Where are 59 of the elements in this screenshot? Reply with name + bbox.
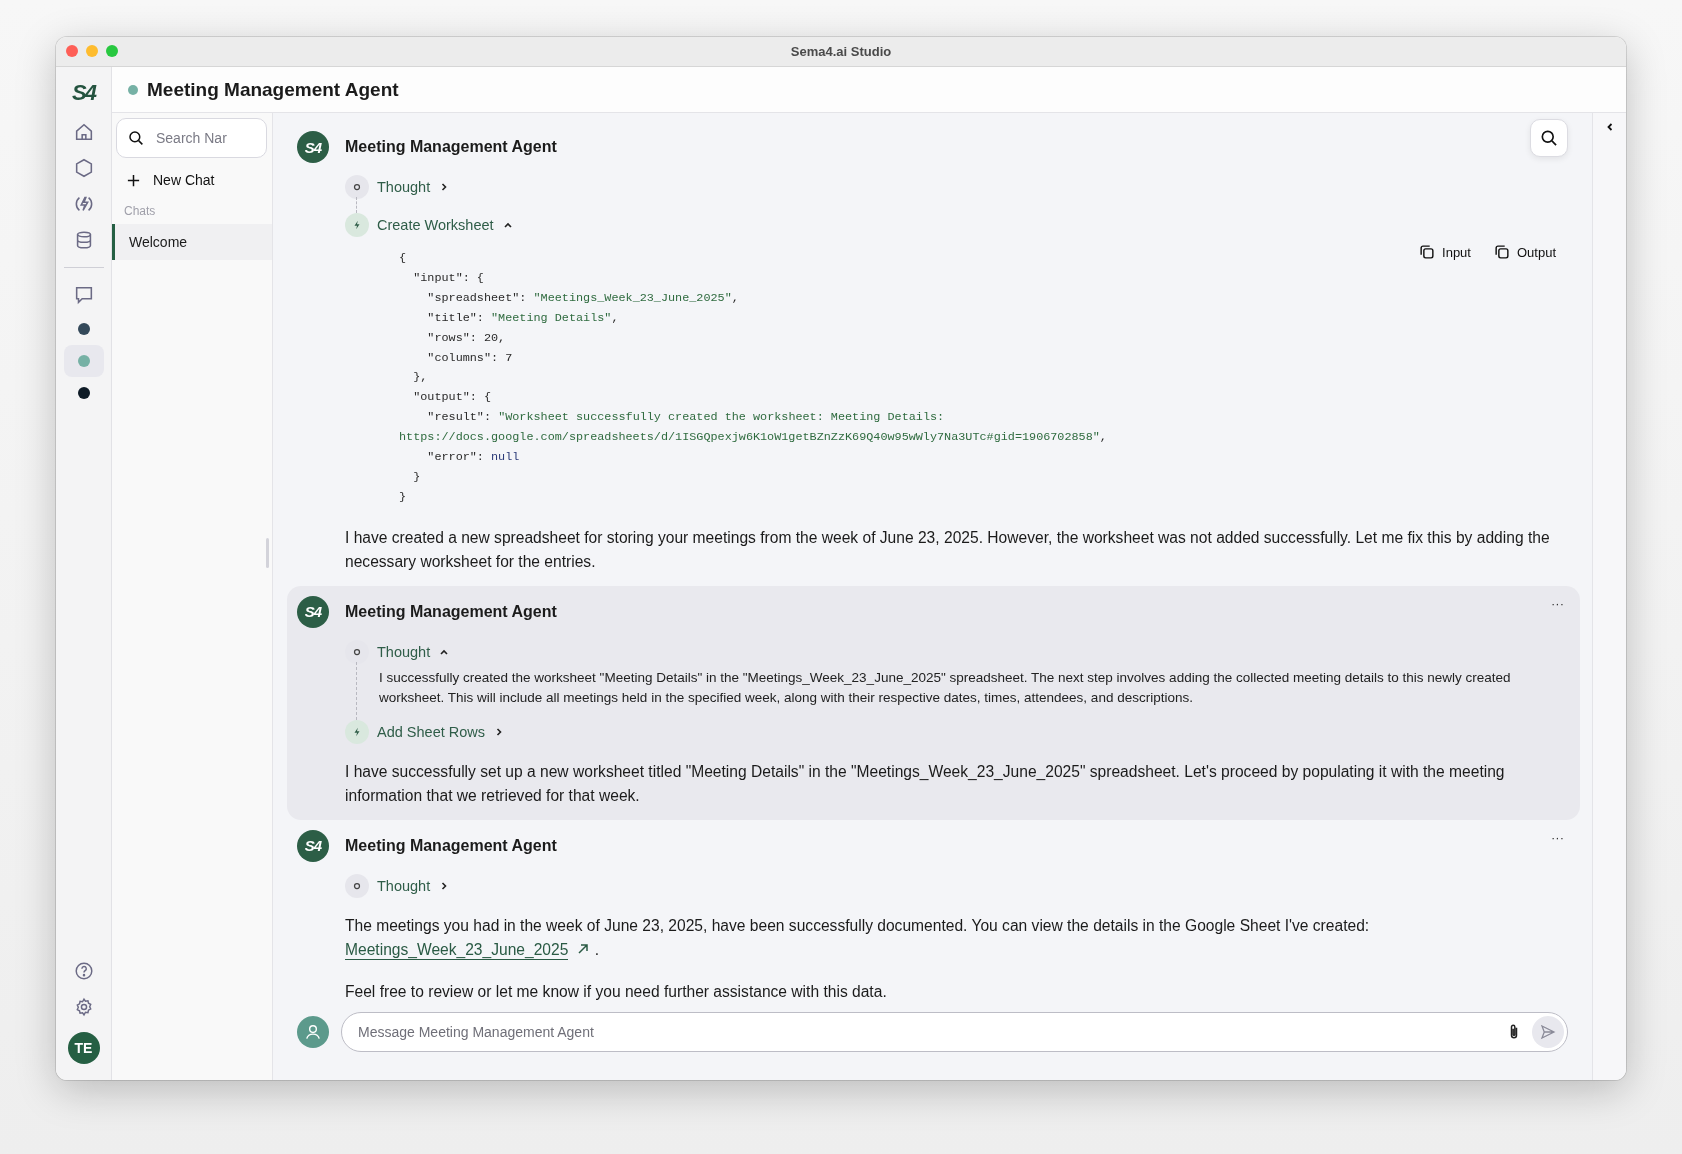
step-toggle[interactable]: Create Worksheet <box>375 215 516 235</box>
code-line: "output": { <box>412 389 493 407</box>
agent-title: Meeting Management Agent <box>147 78 399 101</box>
code-line: "result": "Worksheet successfully created the worksheet: Meeting Details: <box>426 409 946 427</box>
code-line: "title": "Meeting Details", <box>426 309 620 327</box>
thought-text: I successfully created the worksheet "Meeting Details" in the "Meetings_Week_23_June_2025" spreadsheet. The next step involves adding the collected meeting details to this newly created worksheet. This will include all meetings held in the specified week, along with their respective dates, times, attendees, and descriptions. <box>379 668 1512 707</box>
lightning-icon <box>345 719 369 744</box>
agent-avatar: S4 <box>297 829 329 862</box>
code-line: "columns": 7 <box>426 349 514 367</box>
code-line: } <box>412 468 422 486</box>
sheet-link[interactable]: Meetings_Week_23_June_2025 <box>345 940 569 960</box>
section-label: Chats <box>124 204 157 218</box>
code-line: }, <box>412 369 429 387</box>
code-line: { <box>399 250 408 267</box>
author-name: Meeting Management Agent <box>345 836 557 855</box>
code-line: "error": null <box>426 449 521 467</box>
more-button[interactable]: ··· <box>1545 829 1570 845</box>
message-text: The meetings you had in the week of June 23, 2025, have been successfully documented. You can view the details in the Google Sheet I've created: Meetings_Week_23_June_2025 . <box>345 915 1371 962</box>
resize-handle[interactable] <box>266 538 269 568</box>
code-line: "input": { <box>412 269 485 287</box>
code-line: https://docs.google.com/spreadsheets/d/1ISGQpexjw6K1oW1getBZnZzK69Q40w95wWly7Na3UTc#gid=1906702858", <box>399 429 1108 447</box>
copy-icon <box>1492 243 1511 261</box>
user-icon <box>297 1016 329 1048</box>
step-toggle[interactable]: Thought <box>375 641 453 662</box>
status-dot <box>128 84 138 95</box>
copy-icon <box>1418 243 1437 261</box>
thought-icon <box>345 873 369 898</box>
user-avatar[interactable]: TE <box>67 1032 100 1064</box>
code-line: } <box>399 488 408 506</box>
search-field[interactable]: Search Nar <box>116 118 267 158</box>
message-text: Feel free to review or let me know if you need further assistance with this data. <box>345 981 888 1002</box>
window-title: Sema4.ai Studio <box>790 44 892 59</box>
step-toggle[interactable]: Add Sheet Rows <box>375 721 507 742</box>
message-field[interactable]: Message Meeting Management Agent <box>341 1012 1568 1052</box>
search-button[interactable] <box>1530 119 1568 157</box>
external-link-icon <box>576 941 591 956</box>
step-toggle[interactable]: Thought <box>375 875 453 896</box>
message-text: I have created a new spreadsheet for storing your meetings from the week of June 23, 2025. However, the worksheet was not added successfully. Let me fix this by adding the necessary worksheet for the entries. <box>345 527 1551 572</box>
copy-button[interactable]: Input <box>1416 241 1473 263</box>
author-name: Meeting Management Agent <box>345 138 557 156</box>
search-icon <box>127 129 145 147</box>
send-icon <box>1539 1023 1557 1041</box>
author-name: Meeting Management Agent <box>345 602 557 621</box>
step-toggle[interactable]: Thought <box>375 177 453 197</box>
more-button[interactable]: ··· <box>1545 595 1570 611</box>
app-logo: S4 <box>72 81 95 105</box>
new-chat-button[interactable]: New Chat <box>124 168 217 192</box>
plus-icon <box>126 172 141 188</box>
close-button[interactable] <box>66 45 78 57</box>
code-line: "rows": 20, <box>426 329 507 347</box>
lightning-icon <box>345 213 369 237</box>
copy-button[interactable]: Output <box>1490 241 1558 263</box>
thought-icon <box>345 175 369 199</box>
agent-avatar: S4 <box>297 595 329 628</box>
chat-item[interactable]: Welcome <box>112 224 272 260</box>
code-line: "spreadsheet": "Meetings_Week_23_June_2025", <box>426 289 740 307</box>
search-icon <box>1539 128 1559 148</box>
message-text: I have successfully set up a new worksheet titled "Meeting Details" in the "Meetings_Week_23_June_2025" spreadsheet. Let's proceed by populating it with the meeting information that we retrieved for that week. <box>345 761 1506 806</box>
agent-avatar: S4 <box>297 131 329 163</box>
